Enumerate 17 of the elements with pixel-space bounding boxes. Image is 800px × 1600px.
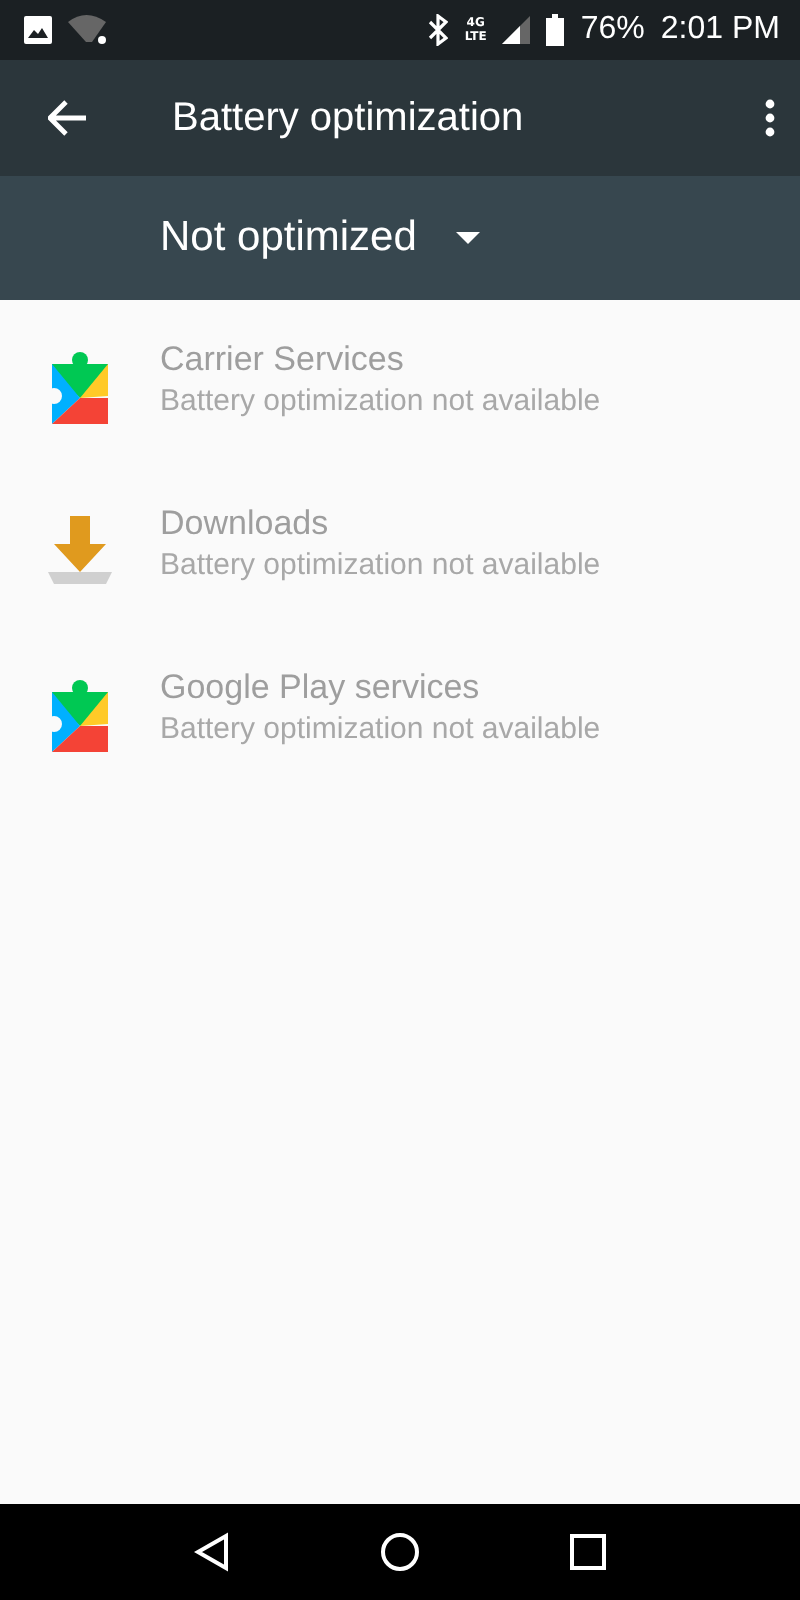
image-icon [24,16,52,44]
app-name: Google Play services [160,668,482,708]
clock-time: 2:01 PM [660,12,780,48]
download-icon [44,512,116,588]
battery-icon [546,14,565,46]
filter-dropdown[interactable]: Not optimized [160,214,481,262]
signal-icon [502,16,531,44]
battery-percent: 76% [580,12,645,48]
app-status: Battery optimization not available [160,712,601,746]
screen-title: Battery optimization [172,95,526,141]
wifi-unknown-icon [68,14,112,46]
dropdown-caret-icon [456,232,481,244]
app-name: Carrier Services [160,340,406,380]
bluetooth-icon [428,14,449,46]
app-status: Battery optimization not available [160,548,601,582]
app-name: Downloads [160,504,331,544]
app-status: Battery optimization not available [160,384,601,418]
